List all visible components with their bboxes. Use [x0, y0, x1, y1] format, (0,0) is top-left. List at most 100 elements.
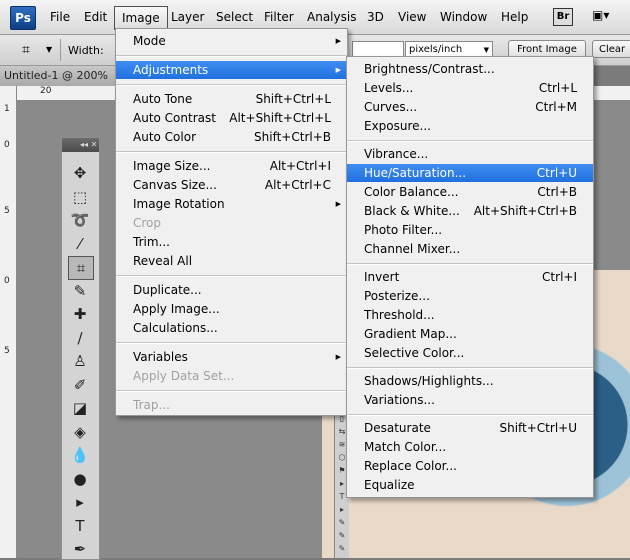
menu-item-image-rotation[interactable]: Image Rotation ▶ [116, 195, 347, 213]
menu-item-shortcut: Shift+Ctrl+U [499, 421, 577, 435]
clone-stamp-icon[interactable]: ♙ [68, 350, 92, 372]
ruler-tick: 1 [4, 104, 10, 114]
submenu-arrow-icon: ▶ [335, 37, 341, 45]
menu-help[interactable]: Help [501, 10, 528, 24]
panel-button-icon[interactable]: ✎ [335, 516, 349, 529]
menu-item-color-balance[interactable]: Color Balance... Ctrl+B [347, 183, 593, 201]
crop-tool-preset-icon[interactable]: ⌗ [22, 42, 30, 58]
menu-item-auto-color[interactable]: Auto Color Shift+Ctrl+B [116, 128, 347, 146]
menu-item-brightness-contrast[interactable]: Brightness/Contrast... [347, 60, 593, 78]
healing-brush-icon[interactable]: ✚ [68, 303, 92, 325]
history-brush-icon[interactable]: ✐ [68, 374, 92, 396]
menu-file[interactable]: File [50, 10, 70, 24]
menu-item-shortcut: Ctrl+M [535, 100, 577, 114]
menu-item-label: Adjustments [133, 63, 209, 77]
menu-item-replace-color[interactable]: Replace Color... [347, 457, 593, 475]
eraser-icon[interactable]: ◪ [68, 397, 92, 419]
menu-item-auto-tone[interactable]: Auto Tone Shift+Ctrl+L [116, 90, 347, 108]
menu-item-auto-contrast[interactable]: Auto Contrast Alt+Shift+Ctrl+L [116, 109, 347, 127]
menu-item-label: Variables [133, 350, 188, 364]
menu-separator [116, 151, 347, 153]
menu-item-threshold[interactable]: Threshold... [347, 306, 593, 324]
menu-item-levels[interactable]: Levels... Ctrl+L [347, 79, 593, 97]
menu-item-adjustments[interactable]: Adjustments ▶ [116, 61, 347, 79]
menu-item-vibrance[interactable]: Vibrance... [347, 145, 593, 163]
menu-select[interactable]: Select [216, 10, 253, 24]
menu-item-shortcut: Ctrl+U [536, 166, 577, 180]
menu-item-label: Crop [133, 216, 162, 230]
menu-item-label: Channel Mixer... [364, 242, 461, 256]
eyedropper-icon[interactable]: ✎ [68, 280, 92, 302]
panel-button-icon[interactable]: ▸ [335, 503, 349, 516]
menu-item-label: Equalize [364, 478, 415, 492]
menu-item-canvas-size[interactable]: Canvas Size... Alt+Ctrl+C [116, 176, 347, 194]
menu-item-equalize[interactable]: Equalize [347, 476, 593, 494]
menu-analysis[interactable]: Analysis [307, 10, 356, 24]
menu-item-black-white[interactable]: Black & White... Alt+Shift+Ctrl+B [347, 202, 593, 220]
menu-item-variations[interactable]: Variations... [347, 391, 593, 409]
clear-button[interactable]: Clear [592, 40, 630, 58]
menu-item-reveal-all[interactable]: Reveal All [116, 252, 347, 270]
menu-item-hue-saturation[interactable]: Hue/Saturation... Ctrl+U [347, 164, 593, 182]
menu-item-selective-color[interactable]: Selective Color... [347, 344, 593, 362]
path-selection-icon[interactable]: ▸ [68, 491, 92, 513]
type-icon[interactable]: T [68, 515, 92, 537]
menu-item-desaturate[interactable]: Desaturate Shift+Ctrl+U [347, 419, 593, 437]
menu-item-duplicate[interactable]: Duplicate... [116, 281, 347, 299]
menu-item-label: Canvas Size... [133, 178, 217, 192]
menu-item-posterize[interactable]: Posterize... [347, 287, 593, 305]
document-tab[interactable]: Untitled-1 @ 200% [0, 66, 116, 86]
menu-item-photo-filter[interactable]: Photo Filter... [347, 221, 593, 239]
tools-panel-header[interactable]: ◂◂ ✕ [62, 138, 99, 152]
menu-item-shadows-highlights[interactable]: Shadows/Highlights... [347, 372, 593, 390]
ruler-vertical[interactable]: 1 0 5 0 5 [0, 86, 17, 558]
ruler-tick: 5 [4, 346, 10, 356]
menu-item-image-size[interactable]: Image Size... Alt+Ctrl+I [116, 157, 347, 175]
marquee-icon[interactable]: ⬚ [68, 186, 92, 208]
photoshop-logo-icon[interactable]: Ps [10, 6, 36, 30]
menu-item-label: Levels... [364, 81, 414, 95]
panel-button-icon[interactable]: ✎ [335, 529, 349, 542]
menu-edit[interactable]: Edit [84, 10, 107, 24]
menu-item-label: Invert [364, 270, 400, 284]
menu-image[interactable]: Image [114, 6, 168, 30]
chevron-down-icon[interactable]: ▼ [46, 45, 52, 54]
paint-bucket-icon[interactable]: ◈ [68, 421, 92, 443]
menu-layer[interactable]: Layer [171, 10, 204, 24]
menu-item-apply-image[interactable]: Apply Image... [116, 300, 347, 318]
menu-item-shortcut: Alt+Shift+Ctrl+L [229, 111, 331, 125]
menu-item-label: Hue/Saturation... [364, 166, 467, 180]
menu-item-channel-mixer[interactable]: Channel Mixer... [347, 240, 593, 258]
menu-item-gradient-map[interactable]: Gradient Map... [347, 325, 593, 343]
menu-filter[interactable]: Filter [264, 10, 294, 24]
units-select[interactable]: pixels/inch ▼ [405, 41, 493, 57]
menu-item-invert[interactable]: Invert Ctrl+I [347, 268, 593, 286]
menu-view[interactable]: View [398, 10, 426, 24]
pen-icon[interactable]: ✒ [68, 538, 92, 560]
submenu-arrow-icon: ▶ [335, 200, 341, 208]
magic-wand-icon[interactable]: ⁄ [68, 233, 92, 255]
dodge-icon[interactable]: ● [68, 468, 92, 490]
menu-item-curves[interactable]: Curves... Ctrl+M [347, 98, 593, 116]
menu-window[interactable]: Window [440, 10, 487, 24]
blur-icon[interactable]: 💧 [68, 444, 92, 466]
lasso-icon[interactable]: ➰ [68, 209, 92, 231]
move-icon[interactable]: ✥ [68, 162, 92, 184]
menu-item-label: Curves... [364, 100, 418, 114]
menu-item-label: Reveal All [133, 254, 193, 268]
brush-icon[interactable]: ∕ [68, 327, 92, 349]
menu-item-label: Apply Image... [133, 302, 220, 316]
menu-item-exposure[interactable]: Exposure... [347, 117, 593, 135]
menu-item-match-color[interactable]: Match Color... [347, 438, 593, 456]
menu-3d[interactable]: 3D [367, 10, 384, 24]
crop-icon[interactable]: ⌗ [68, 256, 94, 280]
menu-item-mode[interactable]: Mode ▶ [116, 32, 347, 50]
panel-button-icon[interactable]: ✎ [335, 542, 349, 555]
menu-item-variables[interactable]: Variables ▶ [116, 348, 347, 366]
workspace-icon[interactable]: ▣▾ [592, 8, 616, 24]
bridge-button[interactable]: Br [553, 8, 573, 26]
menu-item-trim[interactable]: Trim... [116, 233, 347, 251]
menu-item-label: Variations... [364, 393, 435, 407]
menu-item-label: Image Rotation [133, 197, 225, 211]
menu-item-calculations[interactable]: Calculations... [116, 319, 347, 337]
